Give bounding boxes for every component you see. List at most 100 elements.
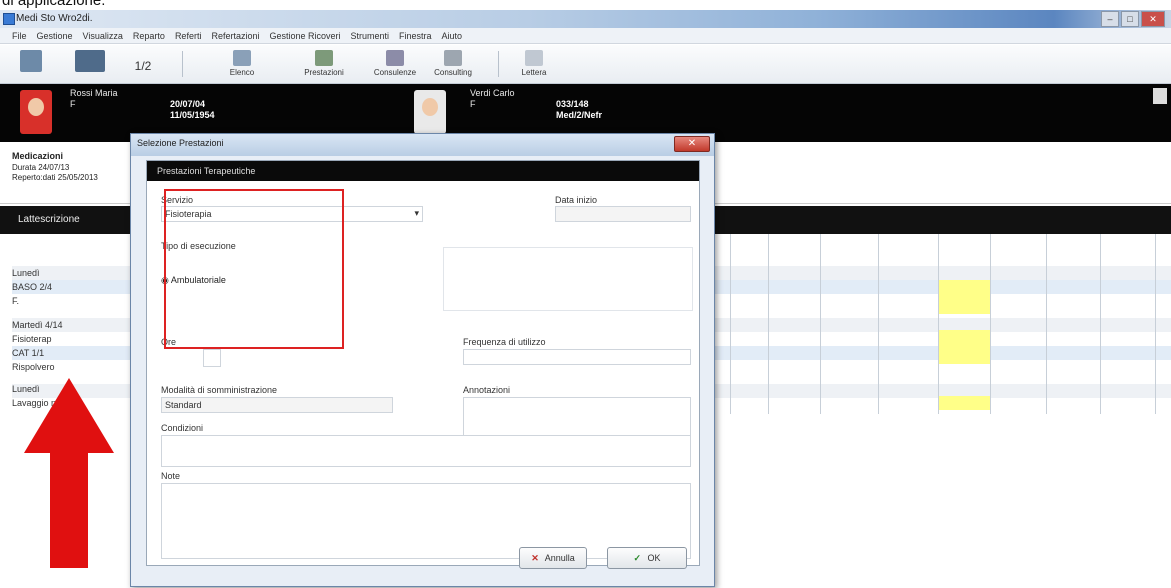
minimize-button[interactable]: – [1101,11,1119,27]
grid-row-label[interactable]: Martedì 4/14 [12,320,63,334]
day-column [938,234,939,414]
menu-aiuto[interactable]: Aiuto [442,31,463,41]
folder-icon [444,50,462,66]
window-controls: – □ ✕ [1101,11,1165,27]
patient-ward: Med/2/Nefr [556,110,603,120]
grid-row-label[interactable]: Lunedì [12,268,40,282]
today-highlight [938,280,990,314]
grid-row-label[interactable]: F. [12,296,19,310]
medications-line: Reperto:dati 25/05/2013 [12,173,98,182]
data-inizio-field[interactable] [555,206,691,222]
ok-label: OK [647,553,661,563]
toolbar-separator [182,51,183,77]
menu-file[interactable]: File [12,31,27,41]
cancel-icon: ✕ [531,553,539,563]
menu-finestra[interactable]: Finestra [399,31,432,41]
annotazioni-label: Annotazioni [463,385,511,395]
annotazioni-field[interactable] [463,397,691,437]
consulenze-button[interactable]: Consulenze [370,50,420,78]
dialog-title: Selezione Prestazioni [137,138,224,148]
close-button[interactable]: ✕ [1141,11,1165,27]
maximize-button[interactable]: □ [1121,11,1139,27]
home-button[interactable] [18,50,44,78]
grid-row-label[interactable]: Fisioterap [12,334,52,348]
patient-code: 20/07/04 [170,99,206,109]
highlight-box [164,189,344,349]
print-icon[interactable] [1153,88,1167,104]
menu-referti[interactable]: Referti [175,31,202,41]
patient-birthdate: 11/05/1954 [170,110,215,120]
cancel-label: Annulla [544,553,575,563]
toolbar-separator [498,51,499,77]
tipo-panel [443,247,693,311]
mail-icon [525,50,543,66]
ok-button[interactable]: ✓ OK [607,547,687,569]
dialog-close-button[interactable]: ✕ [674,136,710,152]
patient-code: 033/148 [556,99,589,109]
modalita-value: Standard [165,400,202,410]
note-label: Note [161,471,181,481]
section-label: Lattescrizione [18,214,80,225]
consulting-button[interactable]: Consulting [428,50,478,78]
chevron-down-icon: ▾ [414,208,419,218]
window-title: Medi Sto Wro2di. [16,13,93,24]
day-column [820,234,821,414]
day-column [990,234,991,414]
dialog-body: Prestazioni Terapeutiche Servizio Fisiot… [146,160,700,566]
day-column [768,234,769,414]
condizioni-label: Condizioni [161,423,204,433]
avatar-icon [422,98,438,116]
dialog-header-label: Prestazioni Terapeutiche [157,166,256,176]
patient-name: Rossi Maria [70,88,118,98]
grid-row-label[interactable]: Rispolvero [12,362,55,376]
top-caption: di applicazione. [2,0,106,9]
check-icon: ✓ [633,553,641,563]
ore-spinner[interactable] [203,349,221,367]
selection-dialog: Selezione Prestazioni ✕ Prestazioni Tera… [130,133,715,587]
lettera-button[interactable]: Lettera [512,50,556,78]
cancel-button[interactable]: ✕ Annulla [519,547,587,569]
day-column [878,234,879,414]
data-inizio-label: Data inizio [555,195,598,205]
prestazioni-button[interactable]: Prestazioni [300,50,348,78]
elenco-button[interactable]: Elenco [222,50,262,78]
dialog-header: Prestazioni Terapeutiche [147,161,699,181]
medications-title: Medicazioni [12,151,64,161]
modalita-field[interactable]: Standard [161,397,393,413]
day-column [1046,234,1047,414]
window-titlebar: Medi Sto Wro2di. – □ ✕ [0,10,1171,28]
lettera-label: Lettera [521,68,547,77]
home-icon [20,50,42,72]
app-icon [3,13,15,25]
consulting-label: Consulting [434,68,472,77]
document-icon [386,50,404,66]
menu-reparto[interactable]: Reparto [133,31,165,41]
dialog-titlebar: Selezione Prestazioni ✕ [131,134,714,156]
frequenza-field[interactable] [463,349,691,365]
menu-visualizza[interactable]: Visualizza [83,31,123,41]
red-arrow-icon [24,378,114,568]
people-icon [75,50,105,72]
grid-row-label[interactable]: CAT 1/1 [12,348,44,362]
chart-icon [315,50,333,66]
patient-name: Verdi Carlo [470,88,515,98]
day-column [1100,234,1101,414]
page-indicator[interactable]: 1/2 [118,59,168,87]
today-highlight [938,330,990,364]
consulenze-label: Consulenze [373,68,417,77]
avatar-icon [28,98,44,116]
menu-ricoveri[interactable]: Gestione Ricoveri [269,31,340,41]
elenco-label: Elenco [229,68,255,77]
menu-bar: File Gestione Visualizza Reparto Referti… [0,28,1171,44]
patients-button[interactable] [70,50,110,78]
menu-refertazioni[interactable]: Refertazioni [211,31,259,41]
grid-row-label[interactable]: BASO 2/4 [12,282,52,296]
today-highlight [938,396,990,410]
patient-info-2: Verdi Carlo F 033/148 Med/2/Nefr [470,88,610,121]
frequenza-label: Frequenza di utilizzo [463,337,546,347]
condizioni-field[interactable] [161,435,691,467]
patient-info-1: Rossi Maria F 20/07/04 11/05/1954 [70,88,215,121]
menu-strumenti[interactable]: Strumenti [351,31,390,41]
menu-gestione[interactable]: Gestione [37,31,73,41]
modalita-label: Modalità di somministrazione [161,385,278,395]
